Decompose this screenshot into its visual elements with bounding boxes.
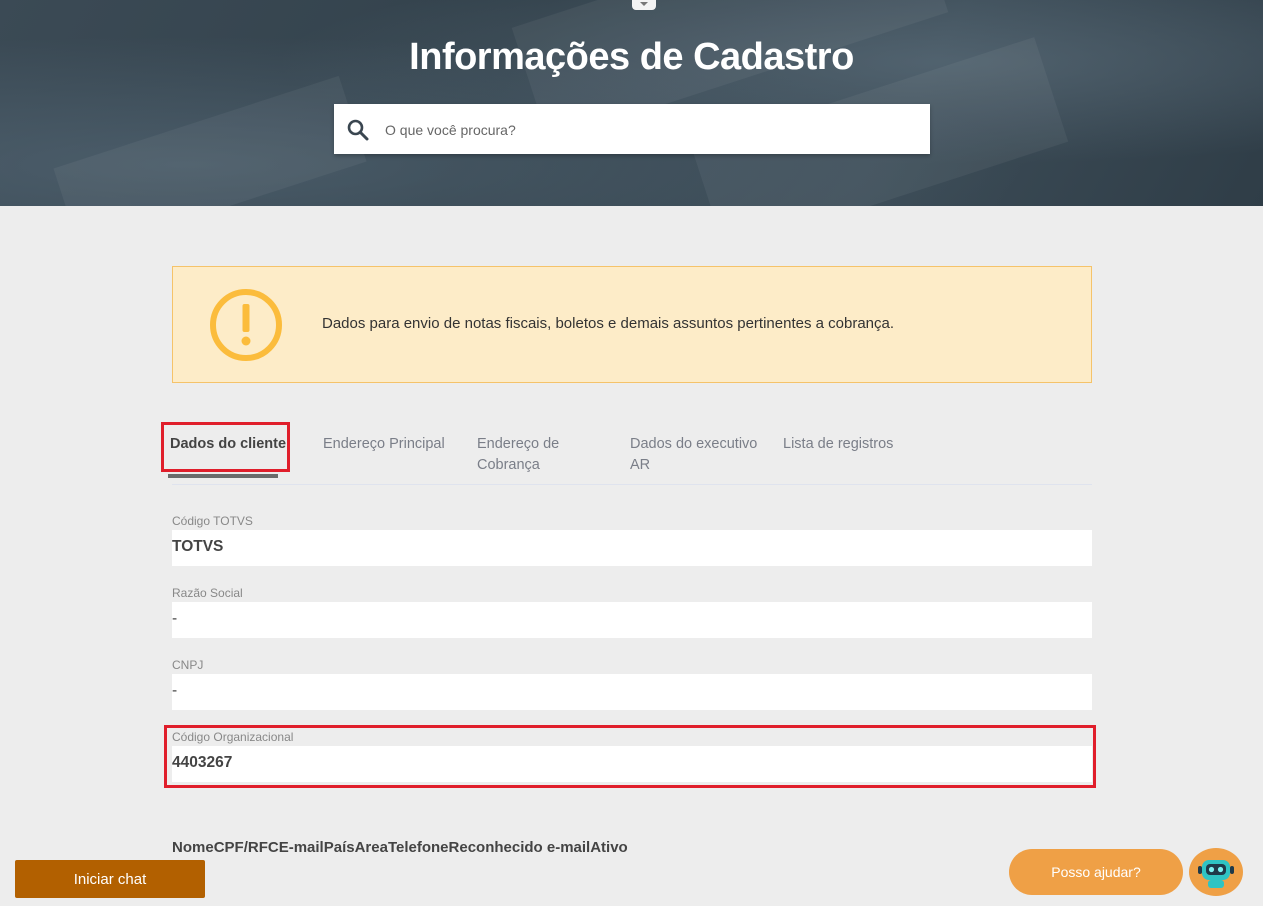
tab-label: Dados do executivo AR: [630, 436, 758, 473]
tab-label: Endereço Principal: [323, 436, 445, 452]
field-value-cnpj: -: [172, 674, 1092, 710]
start-chat-button[interactable]: Iniciar chat: [15, 860, 205, 898]
tab-dados-do-executivo-ar[interactable]: Dados do executivo AR: [630, 434, 765, 476]
collapse-toggle[interactable]: [632, 0, 656, 10]
table-header-ativo: Ativo: [590, 839, 628, 856]
tab-bar: Dados do cliente Endereço Principal Ende…: [168, 420, 1092, 485]
tab-lista-de-registros[interactable]: Lista de registros: [783, 434, 893, 455]
tab-endereco-principal[interactable]: Endereço Principal: [323, 434, 445, 455]
chatbot-avatar[interactable]: [1189, 848, 1243, 896]
table-header-cpf-rf: CPF/RF: [213, 839, 268, 856]
table-header-reconhecido-email: Reconhecido e-mail: [448, 839, 591, 856]
tab-endereco-de-cobranca[interactable]: Endereço de Cobrança: [477, 434, 587, 476]
search-input[interactable]: [383, 104, 917, 156]
table-header-row: NomeCPF/RFCE-mailPaísAreaTelefoneReconhe…: [172, 839, 628, 856]
alert-message: Dados para envio de notas fiscais, bolet…: [322, 315, 895, 332]
table-header-telefone: Telefone: [387, 839, 449, 856]
hero-banner: Informações de Cadastro: [0, 0, 1263, 206]
tab-label: Endereço de Cobrança: [477, 436, 560, 473]
field-label-razao-social: Razão Social: [172, 586, 243, 600]
field-value-codigo-totvs: TOTVS: [172, 530, 1092, 566]
search-box[interactable]: [334, 104, 930, 156]
warning-circle-icon: [210, 289, 282, 361]
table-header-nome: Nome: [172, 839, 214, 856]
highlight-box-field: [164, 725, 1096, 788]
page-title: Informações de Cadastro: [409, 36, 854, 78]
table-header-area: Area: [354, 839, 388, 856]
chevron-down-icon: [640, 2, 648, 6]
robot-icon: [1198, 860, 1234, 888]
billing-info-alert: Dados para envio de notas fiscais, bolet…: [172, 266, 1092, 383]
help-bubble-button[interactable]: Posso ajudar?: [1009, 849, 1183, 895]
field-label-cnpj: CNPJ: [172, 658, 204, 672]
highlight-box-tab: [161, 422, 290, 472]
field-value-razao-social: -: [172, 602, 1092, 638]
search-icon: [347, 119, 369, 141]
table-header-email: CE-mail: [267, 839, 324, 856]
active-tab-indicator: [168, 474, 278, 478]
field-label-codigo-totvs: Código TOTVS: [172, 514, 253, 528]
table-header-pais: País: [323, 839, 355, 856]
tab-label: Lista de registros: [783, 436, 894, 452]
